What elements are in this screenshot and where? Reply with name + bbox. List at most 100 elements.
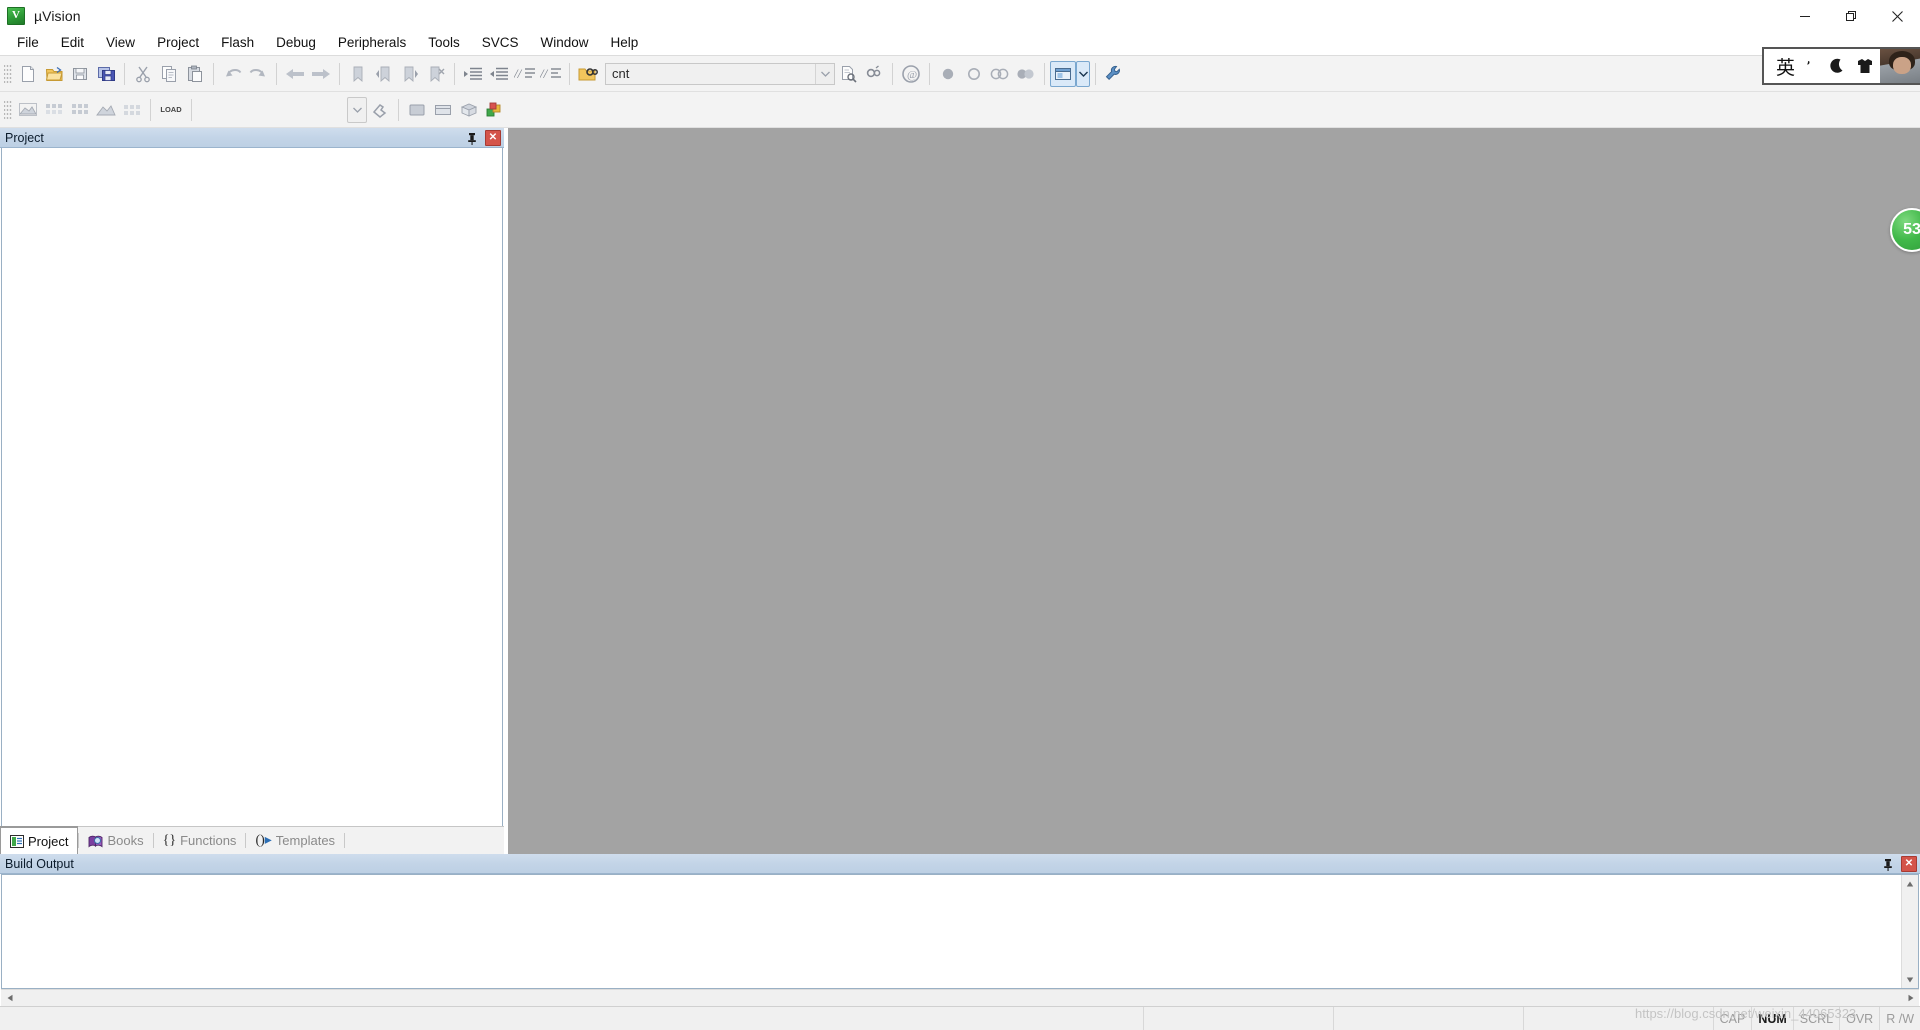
build-output-hscrollbar[interactable] [1,989,1919,1006]
scroll-down-icon[interactable] [1902,971,1918,988]
auto-hide-pin-icon[interactable] [464,130,480,146]
insert-breakpoint-icon[interactable] [935,61,961,87]
build-output-caption-buttons: ✕ [1880,854,1917,874]
copy-icon[interactable] [156,61,182,87]
toolbar-grip[interactable] [4,98,12,121]
menu-view[interactable]: View [95,32,146,55]
batch-build-icon[interactable] [93,97,119,123]
find-in-files-icon[interactable] [575,61,601,87]
menu-peripherals[interactable]: Peripherals [327,32,417,55]
tab-templates[interactable]: () ▸ Templates [246,827,344,854]
stop-build-icon[interactable] [119,97,145,123]
tab-books-label: Books [107,833,144,848]
scroll-up-icon[interactable] [1902,875,1918,892]
readwrite-indicator: R /W [1879,1007,1920,1030]
manage-windows-dropdown[interactable] [1076,60,1090,87]
rebuild-all-icon[interactable] [67,97,93,123]
build-output-panel: Build Output ✕ [0,854,1920,1006]
punctuation-icon[interactable] [1806,58,1818,74]
project-panel-caption: Project ✕ [0,128,504,148]
moon-icon[interactable] [1829,58,1845,74]
menu-project[interactable]: Project [146,32,210,55]
uncomment-icon[interactable]: // [538,61,564,87]
toolbar-grip[interactable] [4,62,12,85]
skin-icon[interactable] [1856,58,1874,74]
navigate-forward-icon[interactable] [308,61,334,87]
menu-window[interactable]: Window [529,32,599,55]
close-panel-icon[interactable]: ✕ [485,130,501,146]
kill-all-breakpoints-icon[interactable] [1013,61,1039,87]
svg-text:@: @ [907,69,917,81]
num-lock-indicator: NUM [1751,1007,1792,1030]
bookmark-toggle-icon[interactable] [345,61,371,87]
tab-divider [344,833,346,848]
indent-right-icon[interactable] [460,61,486,87]
download-icon[interactable]: LOAD [156,97,186,123]
build-output-text[interactable] [2,875,1901,988]
menu-debug[interactable]: Debug [265,32,327,55]
project-panel-tabs: Project Books {} Functions () ▸ Template… [0,826,504,854]
auto-hide-pin-icon[interactable] [1880,856,1896,872]
undo-icon[interactable] [219,61,245,87]
menu-file[interactable]: File [6,32,50,55]
configure-icon[interactable] [1101,61,1127,87]
cut-icon[interactable] [130,61,156,87]
menu-help[interactable]: Help [600,32,650,55]
target-options-icon[interactable] [367,97,393,123]
menu-tools[interactable]: Tools [417,32,471,55]
manage-run-environment-icon[interactable] [482,97,508,123]
new-file-icon[interactable] [15,61,41,87]
toolbar-separator [276,62,277,85]
tab-project-label: Project [28,833,69,849]
pack-installer-icon[interactable] [456,97,482,123]
scroll-right-icon[interactable] [1902,990,1919,1007]
ime-mode-label[interactable]: 英 [1776,53,1795,80]
close-button[interactable] [1874,0,1920,32]
run-to-main-icon[interactable] [430,97,456,123]
menu-flash[interactable]: Flash [210,32,265,55]
menu-svcs[interactable]: SVCS [471,32,530,55]
find-combo[interactable] [605,62,835,85]
find-next-icon[interactable] [835,61,861,87]
disable-all-breakpoints-icon[interactable] [987,61,1013,87]
find-input[interactable] [606,63,815,84]
close-panel-icon[interactable]: ✕ [1901,856,1917,872]
navigate-backward-icon[interactable] [282,61,308,87]
paste-icon[interactable] [182,61,208,87]
overwrite-indicator: OVR [1839,1007,1879,1030]
translate-file-icon[interactable] [15,97,41,123]
minimize-button[interactable] [1782,0,1828,32]
save-all-icon[interactable] [93,61,119,87]
tab-project[interactable]: Project [0,826,79,854]
editor-client-area[interactable] [508,128,1920,854]
svg-text://: // [540,66,549,81]
toolbar-separator [124,62,125,85]
build-target-icon[interactable] [41,97,67,123]
find-history-dropdown[interactable] [815,63,834,84]
user-avatar[interactable] [1880,49,1920,83]
disable-breakpoint-icon[interactable] [961,61,987,87]
ime-toolbar[interactable]: 英 [1762,47,1920,85]
save-icon[interactable] [67,61,93,87]
toolbar-separator [398,98,399,121]
target-selector[interactable] [197,99,347,121]
browse-symbols-icon[interactable]: @ [898,61,924,87]
scroll-left-icon[interactable] [1,990,18,1007]
indent-left-icon[interactable] [486,61,512,87]
comment-icon[interactable]: // [512,61,538,87]
target-dropdown[interactable] [347,96,367,123]
maximize-restore-button[interactable] [1828,0,1874,32]
build-output-vscrollbar[interactable] [1901,875,1918,988]
manage-project-items-icon[interactable] [404,97,430,123]
bookmark-clear-icon[interactable] [423,61,449,87]
open-file-icon[interactable] [41,61,67,87]
tab-books[interactable]: Books [79,827,152,854]
menu-edit[interactable]: Edit [50,32,95,55]
incremental-find-icon[interactable] [861,61,887,87]
bookmark-next-icon[interactable] [397,61,423,87]
manage-windows-icon[interactable] [1050,60,1076,87]
bookmark-prev-icon[interactable] [371,61,397,87]
tab-functions[interactable]: {} Functions [154,827,246,854]
project-tree[interactable] [1,148,503,826]
redo-icon[interactable] [245,61,271,87]
